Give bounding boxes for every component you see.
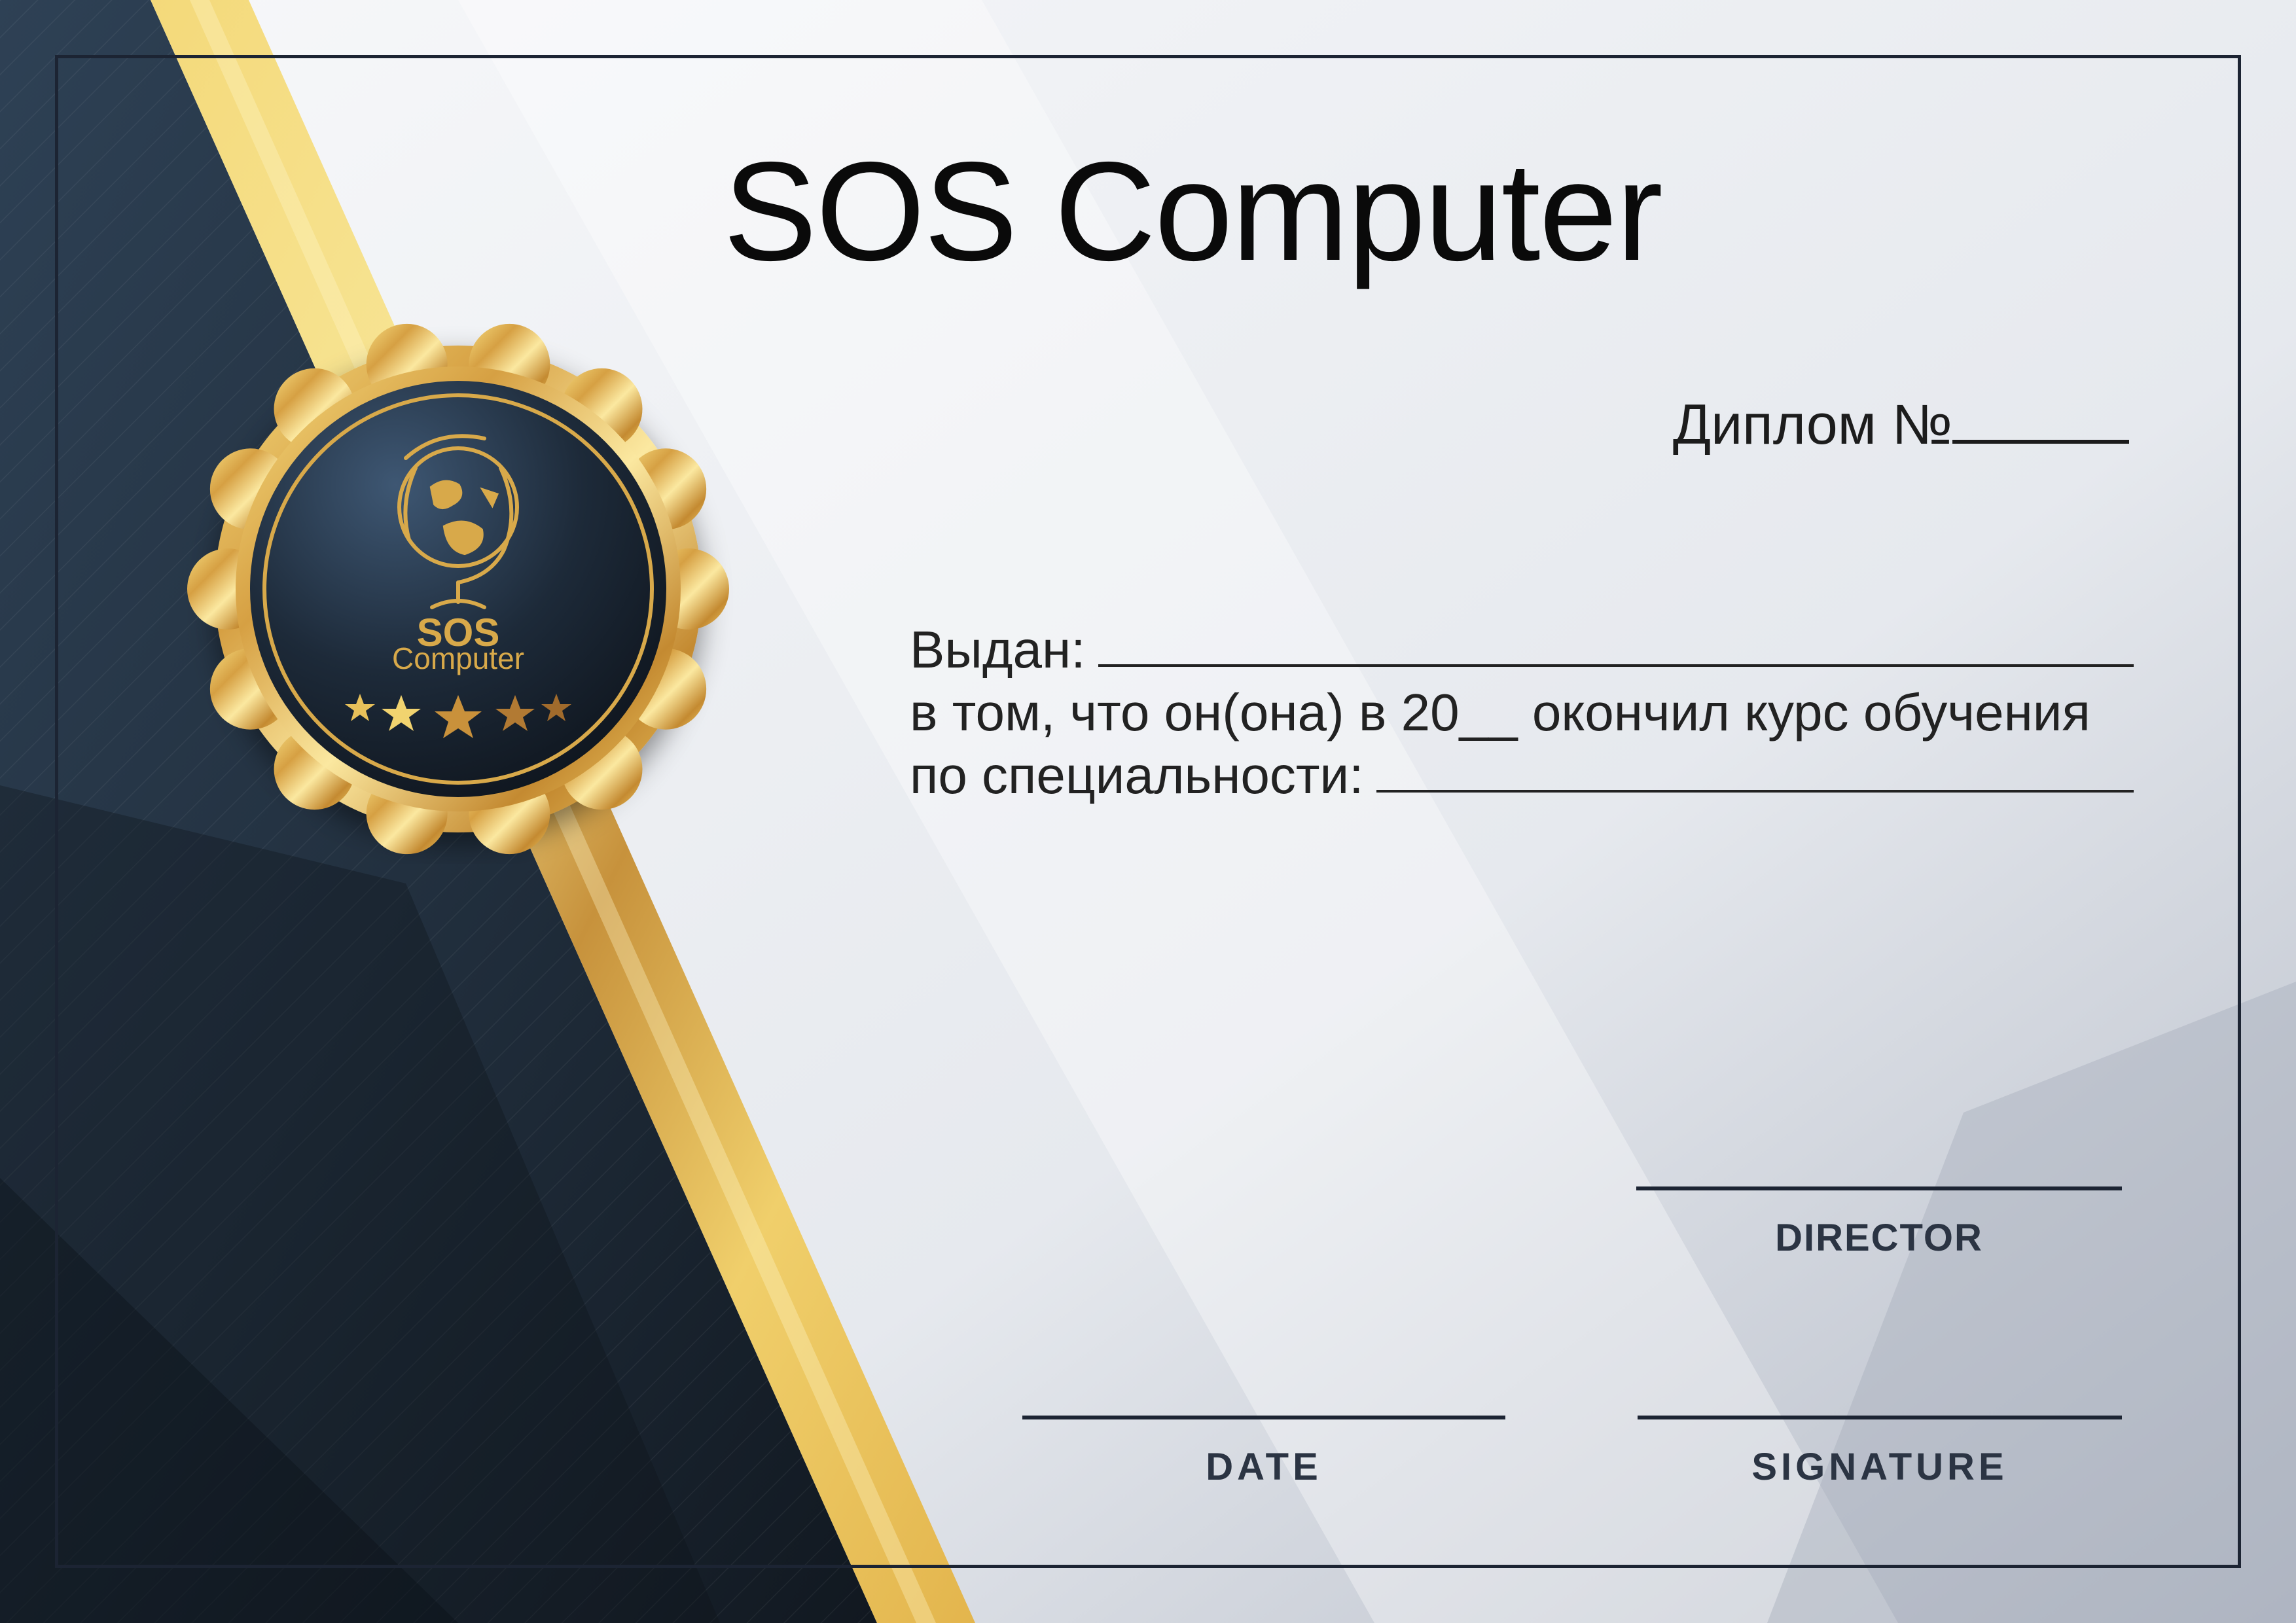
- completion-text: в том, что он(она) в 20__ окончил курс о…: [910, 683, 2090, 741]
- director-line[interactable]: [1636, 1186, 2122, 1190]
- certificate-body: Выдан: в том, что он(она) в 20__ окончил…: [910, 618, 2134, 807]
- issued-to-blank[interactable]: [1098, 660, 2134, 667]
- date-label: DATE: [1206, 1446, 1322, 1488]
- completion-row: в том, что он(она) в 20__ окончил курс о…: [910, 681, 2134, 744]
- issued-row: Выдан:: [910, 618, 2134, 681]
- signature-label: SIGNATURE: [1751, 1446, 2008, 1488]
- diploma-label: Диплом №: [1672, 393, 1952, 456]
- certificate: SOS Computer SOS Computer Диплом № Выдан…: [0, 0, 2296, 1623]
- director-label: DIRECTOR: [1775, 1217, 1983, 1259]
- issued-label: Выдан:: [910, 620, 1086, 679]
- diploma-number-blank[interactable]: [1952, 427, 2129, 444]
- certificate-title: SOS Computer: [723, 132, 1663, 290]
- seal-subtitle: Computer: [392, 641, 524, 675]
- seal-badge: [187, 323, 729, 855]
- signature-line[interactable]: [1638, 1416, 2122, 1419]
- diploma-number: Диплом №: [1673, 393, 2129, 457]
- date-line[interactable]: [1022, 1416, 1505, 1419]
- specialty-row: по специальности:: [910, 744, 2134, 807]
- specialty-blank[interactable]: [1376, 786, 2134, 793]
- specialty-label: по специальности:: [910, 746, 1364, 804]
